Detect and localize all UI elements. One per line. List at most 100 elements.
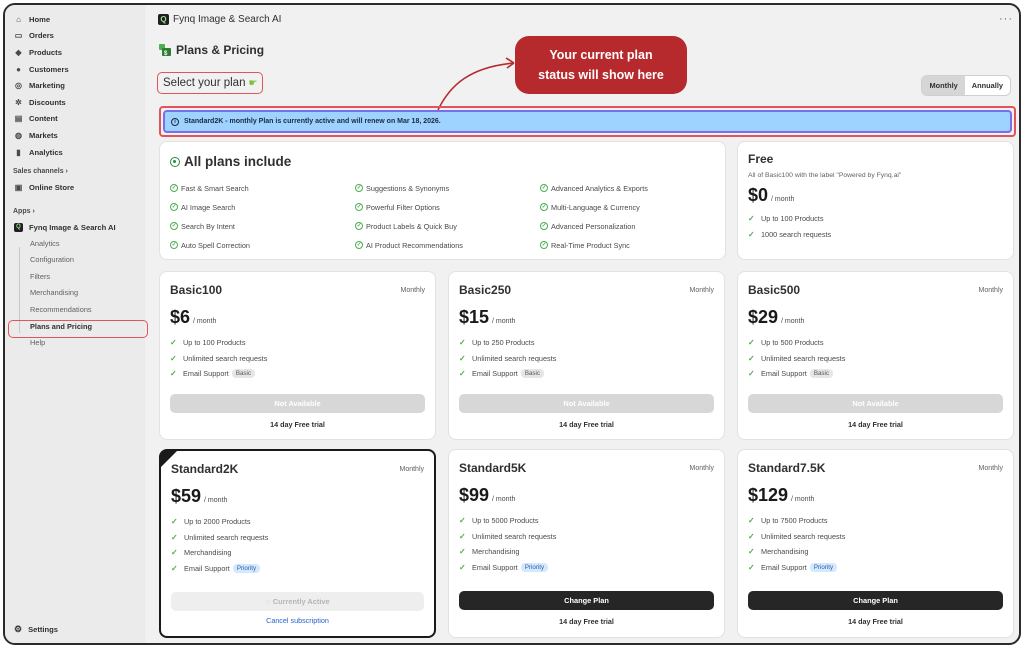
apps-label[interactable]: Apps › xyxy=(5,204,145,219)
benefit-item: ✓ Up to 2000 Products xyxy=(171,517,251,527)
check-icon: ✓ xyxy=(748,562,755,572)
check-circle-icon: ✓ xyxy=(540,241,548,249)
plan-price: $15 / month xyxy=(459,307,516,327)
app-logo-icon: Q xyxy=(158,14,169,25)
plan-price: $59 / month xyxy=(171,486,228,506)
check-circle-icon: ✓ xyxy=(355,184,363,192)
sidebar-item-marketing[interactable]: ◎ Marketing xyxy=(5,77,145,94)
sidebar-item-customers[interactable]: ● Customers xyxy=(5,61,145,78)
sales-channels-label[interactable]: Sales channels › xyxy=(5,164,145,179)
sidebar-item-orders[interactable]: ▭ Orders xyxy=(5,28,145,45)
check-icon: ✓ xyxy=(459,516,466,526)
support-tier-badge: Basic xyxy=(231,369,255,379)
more-options-icon[interactable]: ··· xyxy=(999,13,1013,25)
sidebar-item-analytics[interactable]: ▮ Analytics xyxy=(5,144,145,161)
sidebar-item-home[interactable]: ⌂ Home xyxy=(5,11,145,28)
billing-cycle: Monthly xyxy=(978,286,1003,294)
check-icon: ✓ xyxy=(459,562,466,572)
plan-name: Basic100 xyxy=(170,283,223,297)
plan-price: $0 / month xyxy=(748,185,795,205)
check-icon: ✓ xyxy=(748,353,755,363)
check-icon: ✓ xyxy=(171,517,178,527)
sidebar-subitem-filters[interactable]: Filters xyxy=(5,269,145,286)
support-tier-badge: Basic xyxy=(809,369,833,379)
benefit-item: ✓ Up to 5000 Products xyxy=(459,516,539,526)
billing-toggle[interactable]: Monthly Annually xyxy=(921,75,1011,96)
billing-cycle: Monthly xyxy=(399,465,424,473)
all-plans-include-card: All plans include ✓ Fast & Smart Search ✓ S… xyxy=(159,141,726,260)
tag-icon: ◆ xyxy=(15,47,22,57)
callout-annotation: Your current plan status will show here xyxy=(515,36,687,94)
check-circle-icon: ✓ xyxy=(540,222,548,230)
toggle-monthly[interactable]: Monthly xyxy=(922,76,965,95)
content-icon: ▤ xyxy=(14,114,23,124)
toggle-annually[interactable]: Annually xyxy=(965,76,1010,95)
benefit-item: ✓ Up to 250 Products xyxy=(459,338,535,348)
sidebar-item-markets[interactable]: ◍ Markets xyxy=(5,127,145,144)
not-available-button: Not Available xyxy=(170,394,425,413)
not-available-button: Not Available xyxy=(748,394,1003,413)
sidebar-item-products[interactable]: ◆ Products xyxy=(5,44,145,61)
sidebar-subitem-analytics[interactable]: Analytics xyxy=(5,236,145,253)
plan-name: Standard7.5K xyxy=(748,461,826,475)
plan-name: Free xyxy=(748,152,774,166)
feature-item: ✓ Powerful Filter Options xyxy=(355,202,440,212)
check-circle-icon: ✓ xyxy=(170,184,178,192)
benefit-item: ✓ Up to 7500 Products xyxy=(748,516,828,526)
check-icon: ✓ xyxy=(459,531,466,541)
store-icon: ▣ xyxy=(14,183,23,193)
free-trial-label: 14 day Free trial xyxy=(848,617,903,626)
feature-item: ✓ AI Image Search xyxy=(170,202,236,212)
plan-card-basic100: Basic100 Monthly $6 / month ✓ Up to 100 P… xyxy=(159,271,436,440)
benefit-item: ✓ Email Support Priority xyxy=(459,560,714,576)
app-window: ⌂ Home ▭ Orders ◆ Products ● Customers ◎ Marketin… xyxy=(3,3,1021,645)
chevron-right-icon: › xyxy=(65,168,68,176)
feature-grid: ✓ Fast & Smart Search ✓ Suggestions & Synon… xyxy=(170,183,725,250)
sidebar-subitem-recommendations[interactable]: Recommendations xyxy=(5,302,145,319)
check-icon: ✓ xyxy=(171,548,178,558)
benefit-item: ✓ Email Support Basic xyxy=(170,366,425,382)
sidebar-item-app[interactable]: Q Fynq Image & Search AI xyxy=(5,219,145,236)
change-plan-button[interactable]: Change Plan xyxy=(459,591,714,610)
benefit-item: ✓ Unlimited search requests xyxy=(459,531,557,541)
check-circle-icon: ◌ xyxy=(265,597,270,606)
sidebar-item-online-store[interactable]: ▣ Online Store xyxy=(5,179,145,196)
support-tier-badge: Priority xyxy=(809,562,838,572)
sidebar-subitem-merchandising[interactable]: Merchandising xyxy=(5,285,145,302)
sidebar-item-content[interactable]: ▤ Content xyxy=(5,111,145,128)
sidebar-item-discounts[interactable]: ✲ Discounts xyxy=(5,94,145,111)
benefit-item: ✓ Up to 100 Products xyxy=(748,214,824,224)
benefit-item: ✓ Unlimited search requests xyxy=(748,531,846,541)
plan-status-banner: i Standard2K - monthly Plan is currently… xyxy=(163,110,1012,133)
billing-cycle: Monthly xyxy=(978,464,1003,472)
check-circle-icon: ✓ xyxy=(355,203,363,211)
plan-name: Basic500 xyxy=(748,283,801,297)
check-icon: ✓ xyxy=(748,531,755,541)
benefit-item: ✓ Merchandising xyxy=(459,547,520,557)
cancel-subscription-link[interactable]: Cancel subscription xyxy=(161,616,434,625)
check-icon: ✓ xyxy=(459,353,466,363)
feature-item: ✓ Multi-Language & Currency xyxy=(540,202,640,212)
target-icon: ◎ xyxy=(15,81,22,91)
benefit-item: ✓ Unlimited search requests xyxy=(459,353,557,363)
check-icon: ✓ xyxy=(459,369,466,379)
change-plan-button[interactable]: Change Plan xyxy=(748,591,1003,610)
check-circle-icon: ✓ xyxy=(170,222,178,230)
settings-link[interactable]: ⚙ Settings xyxy=(14,624,58,635)
sidebar-subitem-configuration[interactable]: Configuration xyxy=(5,252,145,269)
free-trial-label: 14 day Free trial xyxy=(559,617,614,626)
free-trial-label: 14 day Free trial xyxy=(848,420,903,429)
check-icon: ✓ xyxy=(459,547,466,557)
plan-price: $99 / month xyxy=(459,485,516,505)
feature-item: ✓ Suggestions & Synonyms xyxy=(355,183,450,193)
free-trial-label: 14 day Free trial xyxy=(559,420,614,429)
check-circle-icon: ✓ xyxy=(355,222,363,230)
feature-item: ✓ Advanced Analytics & Exports xyxy=(540,183,648,193)
feature-item: ✓ Real-Time Product Sync xyxy=(540,240,630,250)
check-circle-icon: ✓ xyxy=(355,241,363,249)
free-trial-label: 14 day Free trial xyxy=(270,420,325,429)
plan-card-standard2k: Standard2K Monthly $59 / month ✓ Up to 20… xyxy=(159,449,436,638)
benefit-item: ✓ Unlimited search requests xyxy=(170,353,268,363)
benefit-item: ✓ Unlimited search requests xyxy=(171,532,269,542)
feature-item: ✓ Fast & Smart Search xyxy=(170,183,249,193)
